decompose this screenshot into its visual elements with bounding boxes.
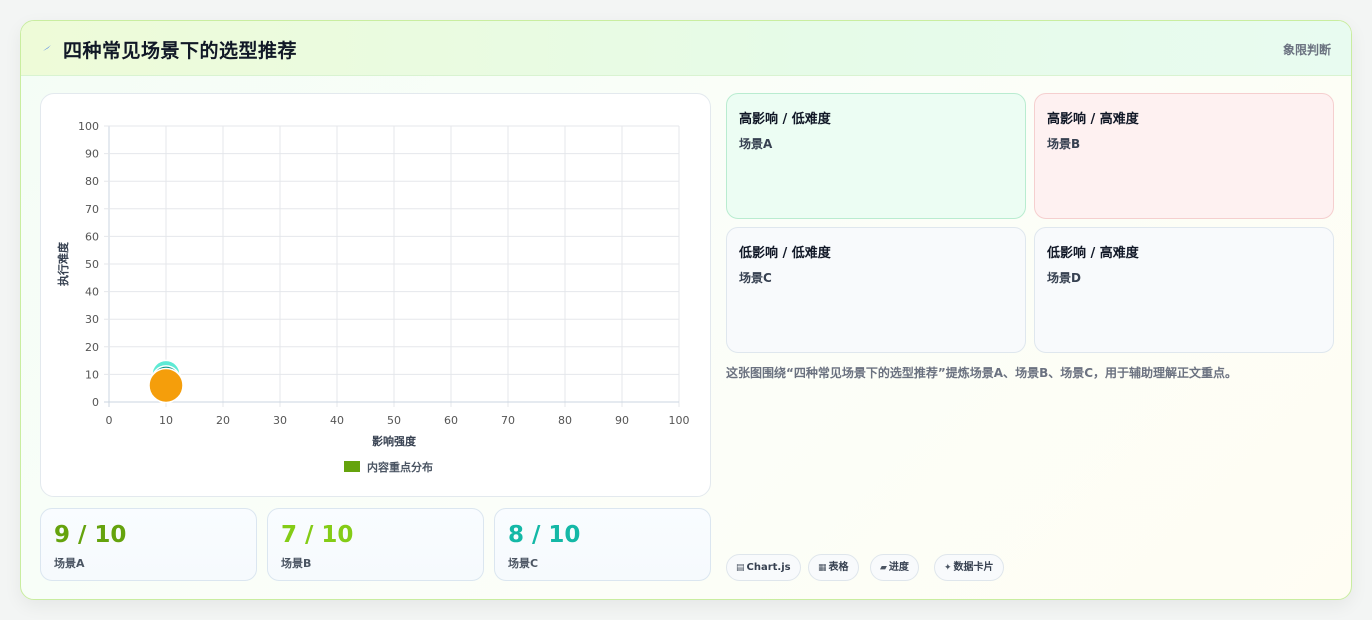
- quadrant-high-impact-low-difficulty: 高影响 / 低难度 场景A: [726, 93, 1026, 219]
- quadrant-title: 高影响 / 高难度: [1047, 112, 1139, 127]
- chip-table[interactable]: ▦ 表格: [808, 554, 859, 581]
- x-tick-label: 50: [387, 414, 401, 427]
- y-tick-label: 30: [85, 313, 99, 326]
- stat-value: 7 / 10: [281, 522, 354, 548]
- chip-data-card[interactable]: ✦ 数据卡片: [934, 554, 1004, 581]
- x-tick-label: 10: [159, 414, 173, 427]
- y-tick-label: 90: [85, 148, 99, 161]
- y-tick-label: 0: [92, 396, 99, 409]
- quadrant-high-impact-high-difficulty: 高影响 / 高难度 场景B: [1034, 93, 1334, 219]
- quadrant-title: 低影响 / 低难度: [739, 246, 831, 261]
- stat-card: 8 / 10 场景C: [494, 508, 711, 581]
- stat-value: 9 / 10: [54, 522, 127, 548]
- x-tick-label: 90: [615, 414, 629, 427]
- lightning-icon: [43, 45, 51, 51]
- card-header: 四种常见场景下的选型推荐 象限判断: [21, 21, 1351, 76]
- y-axis-label: 执行难度: [56, 241, 70, 286]
- chip-label: 表格: [828, 562, 849, 573]
- y-tick-label: 40: [85, 286, 99, 299]
- y-tick-label: 50: [85, 258, 99, 271]
- chart-canvas: 0 10 20 30 40 50 60 70 80 90 100 0 10 20 30 40 50 60 70 80 9…: [56, 120, 690, 474]
- quadrant-title: 高影响 / 低难度: [739, 112, 831, 127]
- x-tick-label: 0: [106, 414, 113, 427]
- stat-label: 场景B: [281, 557, 312, 570]
- stat-value: 8 / 10: [508, 522, 581, 548]
- table-icon: ▦: [818, 563, 827, 573]
- x-tick-label: 40: [330, 414, 344, 427]
- stat-card: 7 / 10 场景B: [267, 508, 484, 581]
- chart-description: 这张图围绕“四种常见场景下的选型推荐”提炼场景A、场景B、场景C，用于辅助理解正…: [726, 366, 1238, 380]
- chip-label: 进度: [888, 562, 909, 573]
- quadrant-title: 低影响 / 高难度: [1047, 246, 1139, 261]
- page-title: 四种常见场景下的选型推荐: [63, 40, 298, 62]
- x-tick-label: 100: [669, 414, 690, 427]
- quadrant-item: 场景C: [739, 271, 772, 285]
- legend-swatch: [344, 461, 360, 472]
- quadrant-item: 场景A: [739, 137, 773, 151]
- y-tick-label: 60: [85, 230, 99, 243]
- quadrant-item: 场景B: [1047, 137, 1081, 151]
- chip-progress[interactable]: ▰ 进度: [870, 554, 919, 581]
- recommendation-card: 四种常见场景下的选型推荐 象限判断 0 10 20 30 40 50 60 70 80 90 100…: [20, 20, 1352, 600]
- x-tick-label: 20: [216, 414, 230, 427]
- quadrant-item: 场景D: [1047, 271, 1081, 285]
- quadrant-low-impact-low-difficulty: 低影响 / 低难度 场景C: [726, 227, 1026, 353]
- scatter-chart: 0 10 20 30 40 50 60 70 80 90 100 0 10 20 30 40 50 60 70 80 9…: [40, 93, 711, 497]
- y-tick-label: 10: [85, 368, 99, 381]
- chip-chartjs[interactable]: ▤ Chart.js: [726, 554, 801, 581]
- header-tag: 象限判断: [1282, 43, 1331, 57]
- y-tick-label: 100: [78, 120, 99, 133]
- quadrant-low-impact-high-difficulty: 低影响 / 高难度 场景D: [1034, 227, 1334, 353]
- data-point: [148, 367, 184, 404]
- x-tick-label: 70: [501, 414, 515, 427]
- x-tick-label: 80: [558, 414, 572, 427]
- legend-label: 内容重点分布: [367, 460, 433, 474]
- y-tick-label: 80: [85, 175, 99, 188]
- x-axis-label: 影响强度: [372, 434, 417, 448]
- progress-icon: ▰: [880, 563, 887, 573]
- stat-label: 场景C: [508, 557, 539, 570]
- sparkle-icon: ✦: [944, 563, 952, 573]
- y-tick-label: 20: [85, 341, 99, 354]
- chip-label: Chart.js: [746, 562, 791, 573]
- stat-card: 9 / 10 场景A: [40, 508, 257, 581]
- chart-icon: ▤: [736, 563, 745, 573]
- chip-label: 数据卡片: [953, 562, 994, 573]
- stat-label: 场景A: [54, 557, 85, 570]
- y-tick-label: 70: [85, 203, 99, 216]
- x-tick-label: 60: [444, 414, 458, 427]
- x-tick-label: 30: [273, 414, 287, 427]
